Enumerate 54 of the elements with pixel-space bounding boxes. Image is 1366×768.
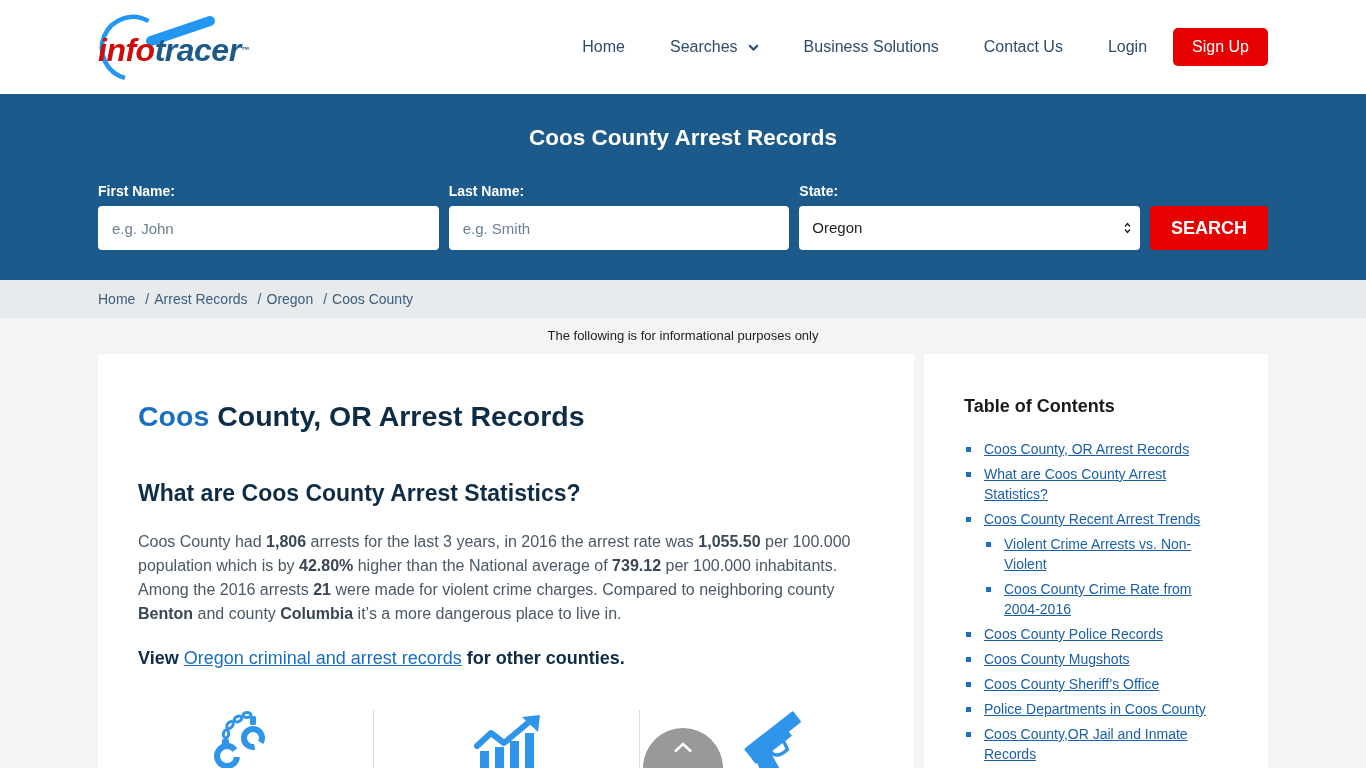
breadcrumb-link[interactable]: Coos County (332, 288, 414, 310)
toc-link[interactable]: Coos County Mugshots (984, 649, 1130, 669)
square-bullet-icon (966, 657, 971, 662)
toc-title: Table of Contents (964, 395, 1116, 418)
square-bullet-icon (966, 632, 971, 637)
rising-chart-icon (473, 715, 540, 768)
field-label: State: (799, 182, 840, 201)
sign-up-button[interactable]: Sign Up (1173, 28, 1268, 66)
square-bullet-icon (986, 587, 991, 592)
nav-link[interactable]: Login (1107, 37, 1148, 57)
breadcrumb-separator: / (323, 289, 328, 309)
nav-link[interactable]: Business Solutions (803, 37, 939, 57)
square-bullet-icon (966, 472, 971, 477)
field-label: First Name: (98, 182, 177, 201)
state-select[interactable]: Oregon (799, 206, 1140, 250)
square-bullet-icon (966, 707, 971, 712)
square-bullet-icon (966, 732, 971, 737)
toc-link[interactable]: Police Departments in Coos County (984, 699, 1206, 719)
article-title: Coos County, OR Arrest Records (138, 399, 586, 434)
state-records-link[interactable]: Oregon criminal and arrest records (183, 648, 462, 668)
toc-link[interactable]: What are Coos County Arrest Statistics? (984, 464, 1224, 504)
square-bullet-icon (966, 517, 971, 522)
view-records-text: View Oregon criminal and arrest records for other counties. (138, 647, 626, 670)
up-down-arrows-icon (1124, 222, 1131, 234)
section-heading: What are Coos County Arrest Statistics? (138, 479, 582, 508)
handcuffs-icon (213, 710, 267, 768)
breadcrumb-link[interactable]: Oregon (266, 288, 314, 310)
toc-link[interactable]: Coos County, OR Arrest Records (984, 439, 1190, 459)
toc-link[interactable]: Coos County,OR Jail and Inmate Records (984, 724, 1224, 764)
toc-link[interactable]: Coos County Recent Arrest Trends (984, 509, 1201, 529)
breadcrumb-separator: / (145, 289, 150, 309)
breadcrumb-link[interactable]: Home (98, 288, 136, 310)
name-input-field[interactable]: e.g. John (98, 206, 439, 250)
search-title: Coos County Arrest Records (528, 124, 838, 152)
square-bullet-icon (966, 682, 971, 687)
nav-dropdown[interactable]: Searches (670, 37, 759, 57)
chevron-down-icon (747, 43, 759, 51)
chevron-up-icon (673, 742, 693, 753)
toc-link[interactable]: Violent Crime Arrests vs. Non-Violent (1004, 534, 1224, 574)
toc-link[interactable]: Coos County Sheriff’s Office (984, 674, 1160, 694)
field-label: Last Name: (448, 182, 526, 201)
name-input-field[interactable]: e.g. Smith (448, 206, 790, 250)
nav-link[interactable]: Home (582, 37, 625, 57)
square-bullet-icon (986, 542, 991, 547)
toc-link[interactable]: Coos County Crime Rate from 2004-2016 (1004, 579, 1224, 619)
search-button[interactable]: SEARCH (1150, 206, 1268, 250)
breadcrumb-link[interactable]: Arrest Records (154, 288, 248, 310)
statistics-paragraph: Coos County had 1,806 arrests for the last 3 years, in 2016 the arrest rate was 1,055.50 per 100.000 population which is by 42.80% higher than the National average of 739.12 per 100.000 inhabitants. Among the 2016 arrests 21 were made for violent crime charges. Compared to neighboring county Benton and county Columbia it’s a more dangerous place to live in. (138, 532, 852, 624)
square-bullet-icon (966, 447, 971, 452)
pistol-icon (743, 710, 802, 768)
info-notice: The following is for informational purposes only (547, 327, 819, 346)
breadcrumb-separator: / (257, 289, 262, 309)
nav-link[interactable]: Contact Us (983, 37, 1063, 57)
toc-link[interactable]: Coos County Police Records (984, 624, 1163, 644)
